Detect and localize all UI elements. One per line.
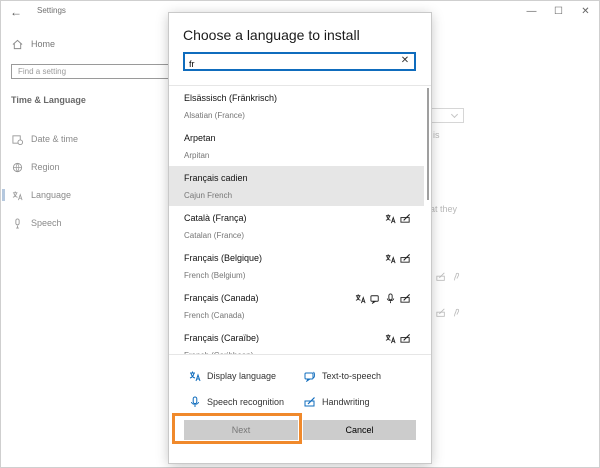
language-english-name: French (Belgium) (184, 271, 246, 280)
handwriting-icon (400, 253, 411, 264)
nav-item-label: Date & time (31, 134, 79, 144)
feature-legend: Display language Text-to-speech Speech r… (189, 363, 419, 415)
handwriting-icon (400, 293, 411, 304)
speech-recognition-icon (385, 293, 396, 304)
language-native-name: Français (Canada) (184, 293, 259, 303)
legend-text-to-speech: Text-to-speech (304, 370, 419, 382)
language-list-viewport[interactable]: Elsässisch (Fränkrisch) Alsatian (France)… (169, 85, 431, 355)
text-to-speech-icon (370, 293, 381, 304)
next-button[interactable]: Next (184, 420, 298, 440)
section-title: Time & Language (11, 95, 86, 105)
legend-label: Display language (207, 371, 277, 381)
microphone-icon (11, 217, 23, 229)
language-native-name: Français (Caraïbe) (184, 333, 260, 343)
language-feature-icons (385, 253, 411, 264)
background-feature-icons (436, 305, 462, 323)
settings-nav-list: Date & time Region Language Speech (1, 125, 78, 237)
handwriting-icon (304, 396, 316, 408)
choose-language-dialog: Choose a language to install ✕ Elsässisc… (169, 13, 431, 463)
display-language-icon (385, 253, 396, 264)
handwriting-icon (436, 305, 446, 323)
background-text: is (433, 130, 440, 140)
legend-label: Text-to-speech (322, 371, 382, 381)
language-english-name: Arpitan (184, 151, 210, 160)
speech-recognition-icon (452, 269, 462, 287)
display-language-icon (355, 293, 366, 304)
handwriting-icon (436, 269, 446, 287)
legend-label: Handwriting (322, 397, 370, 407)
language-feature-icons (385, 213, 411, 224)
clear-icon[interactable]: ✕ (399, 55, 411, 67)
background-dropdown[interactable] (431, 108, 464, 123)
language-english-name: French (Caribbean) (184, 351, 253, 354)
nav-home[interactable]: Home (11, 38, 55, 50)
globe-icon (11, 161, 23, 173)
back-button[interactable]: ← (7, 3, 25, 21)
nav-item-date-time[interactable]: Date & time (11, 125, 78, 153)
language-list-item[interactable]: Français (Canada) French (Canada) (169, 286, 424, 326)
nav-item-label: Region (31, 162, 60, 172)
legend-speech-recognition: Speech recognition (189, 396, 304, 408)
app-title: Settings (37, 6, 66, 15)
nav-item-label: Language (31, 190, 72, 200)
handwriting-icon (400, 333, 411, 344)
window-controls: — ☐ ✕ (518, 1, 599, 23)
language-list-item[interactable]: Elsässisch (Fränkrisch) Alsatian (France) (169, 86, 424, 126)
speech-recognition-icon (189, 396, 201, 408)
language-list-item[interactable]: Français cadien Cajun French (169, 166, 424, 206)
language-native-name: Français cadien (184, 173, 248, 183)
legend-handwriting: Handwriting (304, 396, 419, 408)
calendar-clock-icon (11, 133, 23, 145)
language-english-name: Catalan (France) (184, 231, 245, 240)
language-english-name: Cajun French (184, 191, 233, 200)
display-language-icon (189, 370, 201, 382)
speech-recognition-icon (452, 305, 462, 323)
display-language-icon (385, 333, 396, 344)
language-english-name: Alsatian (France) (184, 111, 245, 120)
nav-item-region[interactable]: Region (11, 153, 78, 181)
language-list-item[interactable]: Français (Belgique) French (Belgium) (169, 246, 424, 286)
language-icon (11, 189, 23, 201)
language-search-box[interactable]: ✕ (183, 52, 416, 72)
home-icon (11, 38, 23, 50)
language-feature-icons (355, 293, 411, 304)
settings-search-input[interactable]: Find a setting (11, 64, 173, 79)
language-english-name: French (Canada) (184, 311, 245, 320)
cancel-button[interactable]: Cancel (303, 420, 416, 440)
nav-item-language[interactable]: Language (1, 181, 78, 209)
background-text: at they (430, 204, 458, 214)
nav-home-label: Home (31, 39, 56, 49)
language-native-name: Français (Belgique) (184, 253, 263, 263)
background-feature-icons (436, 269, 462, 287)
language-native-name: Elsässisch (Fränkrisch) (184, 93, 278, 103)
minimize-button[interactable]: — (518, 1, 545, 23)
text-to-speech-icon (304, 370, 316, 382)
language-search-input[interactable] (185, 56, 385, 72)
legend-display-language: Display language (189, 370, 304, 382)
language-list-item[interactable]: Arpetan Arpitan (169, 126, 424, 166)
language-native-name: Català (França) (184, 213, 247, 223)
legend-label: Speech recognition (207, 397, 285, 407)
handwriting-icon (400, 213, 411, 224)
language-feature-icons (385, 333, 411, 344)
close-button[interactable]: ✕ (572, 1, 599, 23)
scrollbar-thumb[interactable] (427, 88, 429, 200)
language-list-item[interactable]: Català (França) Catalan (France) (169, 206, 424, 246)
nav-item-label: Speech (31, 218, 62, 228)
nav-item-speech[interactable]: Speech (11, 209, 78, 237)
language-list: Elsässisch (Fränkrisch) Alsatian (France)… (169, 86, 424, 354)
language-native-name: Arpetan (184, 133, 216, 143)
maximize-button[interactable]: ☐ (545, 1, 572, 23)
dialog-title: Choose a language to install (183, 27, 360, 43)
display-language-icon (385, 213, 396, 224)
language-list-item[interactable]: Français (Caraïbe) French (Caribbean) (169, 326, 424, 354)
